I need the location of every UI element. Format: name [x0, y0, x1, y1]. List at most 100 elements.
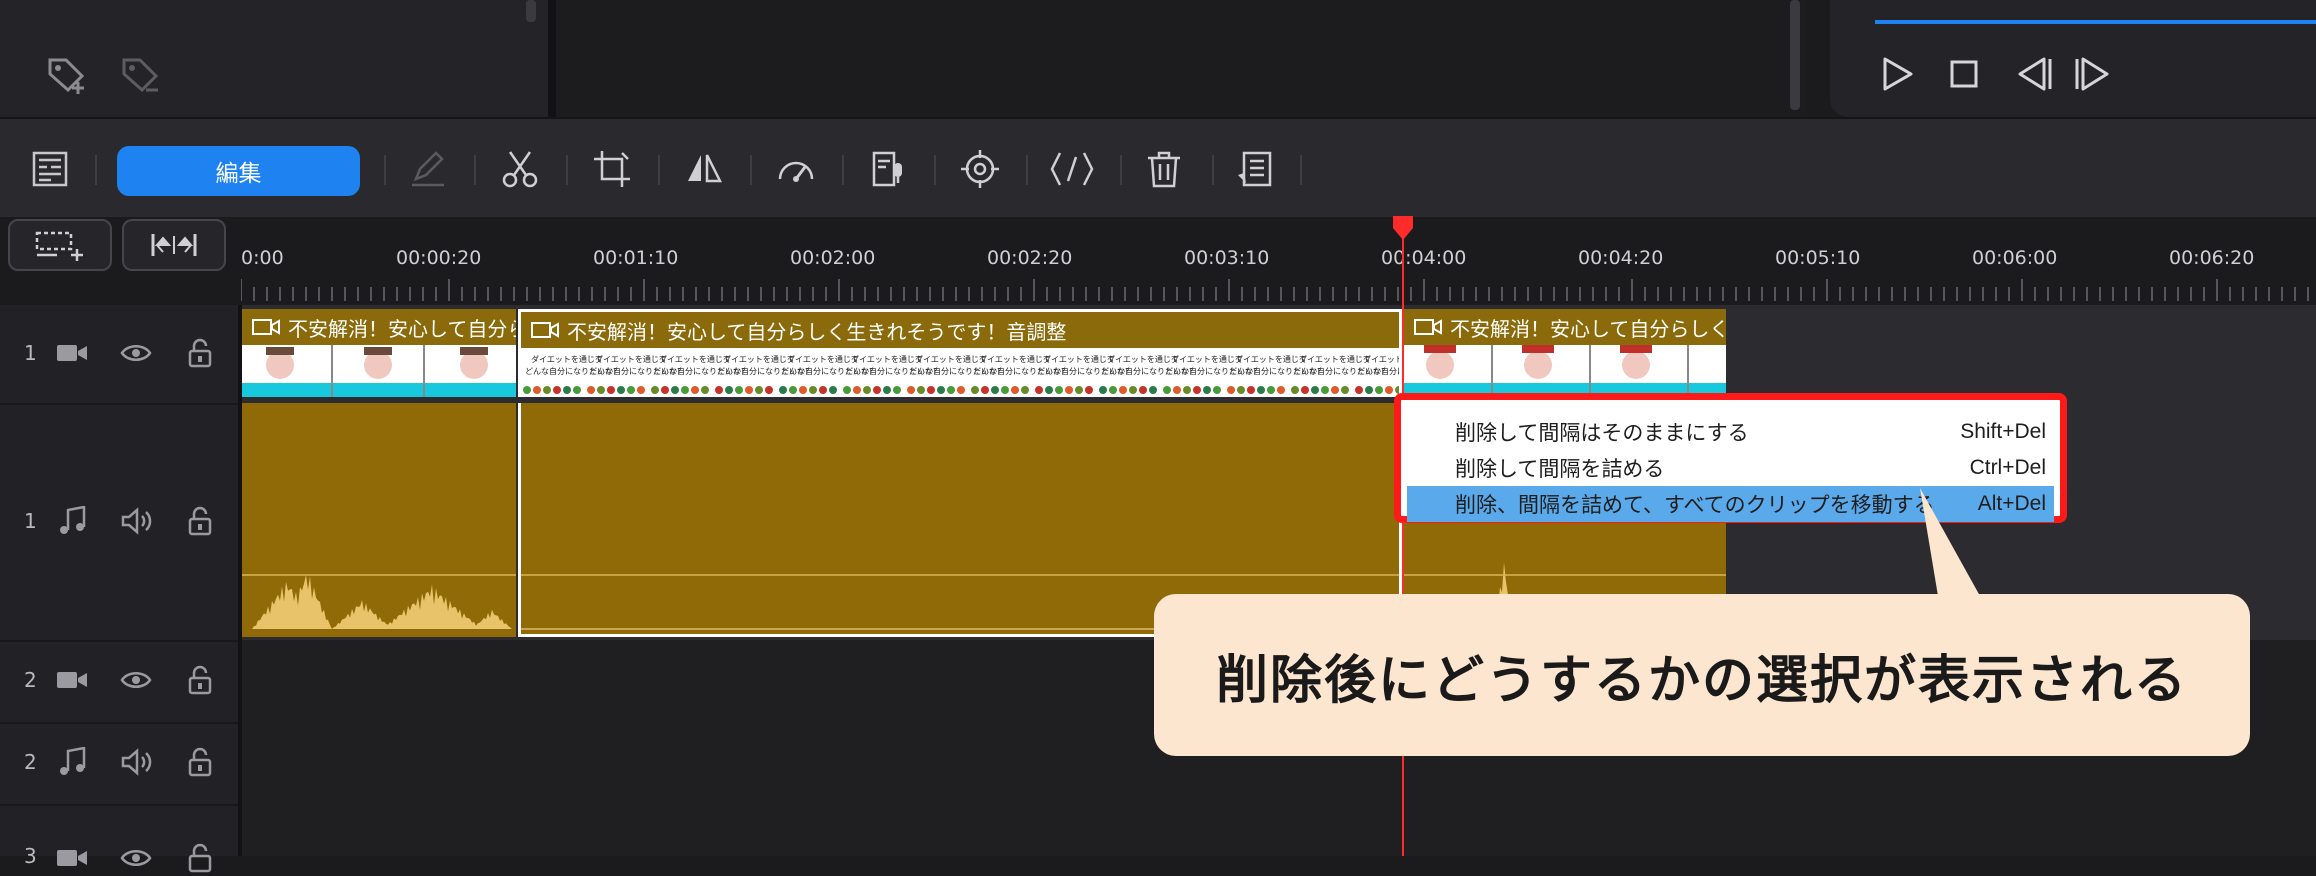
track-number: 3 — [24, 844, 37, 868]
media-panel — [0, 0, 548, 117]
previous-frame-icon[interactable] — [2012, 56, 2052, 92]
annotation-callout: 削除後にどうするかの選択が表示される — [1154, 594, 2250, 756]
edit-button[interactable]: 編集 — [117, 146, 360, 196]
add-track-icon — [35, 231, 83, 261]
lane-video-3[interactable] — [242, 804, 2316, 856]
fit-timeline-button[interactable] — [122, 219, 226, 271]
next-frame-icon[interactable] — [2074, 56, 2114, 92]
svg-text:ダイエットを通じて: ダイエットを通じて — [787, 354, 859, 364]
video-camera-icon — [54, 662, 90, 698]
svg-text:ダイエットを通じて: ダイエットを通じて — [1299, 354, 1371, 364]
svg-text:ダイエットを通じて: ダイエットを通じて — [1107, 354, 1179, 364]
music-note-icon — [54, 503, 90, 539]
lock-icon[interactable] — [182, 744, 218, 780]
clip-title-bar: 不安解消！安心して自分らしく生き — [1404, 309, 1726, 345]
clip-title: 不安解消！安心して自分らしく生き — [1450, 316, 1726, 341]
target-icon[interactable] — [958, 147, 1002, 191]
clip-title: 不安解消！安心して自分らしく生きれそうです！音調整 — [567, 319, 1067, 344]
toolbar-separator — [1300, 155, 1302, 185]
add-track-button[interactable] — [8, 219, 112, 271]
toolbar-separator — [1120, 155, 1122, 185]
track-number: 2 — [24, 750, 37, 774]
toolbar-separator — [934, 155, 936, 185]
track-header-video-2: 2 — [0, 640, 238, 724]
video-clip-icon — [252, 319, 280, 335]
svg-text:どんな自分になりたいか?: どんな自分になりたいか? — [1357, 366, 1399, 376]
eye-icon[interactable] — [118, 662, 154, 698]
svg-text:ダイエットを通じて: ダイエットを通じて — [595, 354, 667, 364]
lock-icon[interactable] — [182, 503, 218, 539]
clip-thumbnails — [242, 345, 516, 397]
voiceover-icon[interactable] — [866, 147, 910, 191]
edit-pen-icon — [406, 147, 450, 191]
crop-icon[interactable] — [590, 147, 634, 191]
menu-item-delete-keep-gap[interactable]: 削除して間隔はそのままにする Shift+Del — [1401, 414, 2060, 450]
lock-icon[interactable] — [182, 840, 218, 876]
clip-thumbnails — [1404, 345, 1726, 397]
layout-icon[interactable] — [28, 147, 72, 191]
music-note-icon — [54, 744, 90, 780]
video-clip-icon — [1414, 319, 1442, 335]
track-header-video-1: 1 — [0, 305, 238, 405]
track-header-video-3: 3 — [0, 804, 238, 873]
menu-item-shortcut: Shift+Del — [1960, 420, 2046, 443]
callout-pointer — [1920, 488, 2000, 600]
playhead-marker-icon[interactable] — [1389, 214, 1417, 242]
menu-item-shortcut: Ctrl+Del — [1969, 456, 2046, 479]
ruler-label: 00:01:10 — [593, 247, 679, 269]
video-clip-2-selected[interactable]: 不安解消！安心して自分らしく生きれそうです！音調整 ダイエットを通じてどんな自分… — [518, 309, 1402, 397]
audio-clip-1[interactable] — [242, 403, 516, 637]
svg-text:ダイエットを通じて: ダイエットを通じて — [851, 354, 923, 364]
video-clip-1[interactable]: 不安解消！安心して自分ら — [242, 309, 516, 397]
toolbar-separator — [658, 155, 660, 185]
clip-title-bar: 不安解消！安心して自分ら — [242, 309, 516, 345]
track-headers: 1 1 2 2 3 — [0, 305, 238, 873]
flip-icon[interactable] — [682, 147, 726, 191]
video-camera-icon — [54, 840, 90, 876]
ruler-label: 00:00:20 — [396, 247, 482, 269]
playhead-line[interactable] — [1402, 230, 1404, 856]
scrollbar[interactable] — [526, 0, 536, 22]
lock-icon[interactable] — [182, 662, 218, 698]
scrollbar[interactable] — [1790, 0, 1800, 110]
timeline-ruler[interactable]: 0:00 00:00:20 00:01:10 00:02:00 00:02:20… — [0, 217, 2316, 305]
svg-text:ダイエットを通じて: ダイエットを通じて — [979, 354, 1051, 364]
stop-icon[interactable] — [1948, 58, 1980, 90]
preview-panel — [1830, 0, 2316, 117]
menu-item-delete-close-gap[interactable]: 削除して間隔を詰める Ctrl+Del — [1401, 450, 2060, 486]
text-icon[interactable] — [1234, 147, 1278, 191]
panel-divider — [548, 0, 556, 117]
track-header-audio-1: 1 — [0, 403, 238, 642]
toolbar-separator — [842, 155, 844, 185]
preview-progress-bar[interactable] — [1875, 20, 2316, 24]
toolbar-separator — [95, 155, 97, 185]
ruler-label: 0:00 — [241, 247, 284, 269]
eye-icon[interactable] — [118, 335, 154, 371]
svg-text:ダイエットを通じて: ダイエットを通じて — [531, 354, 603, 364]
remove-tag-icon[interactable] — [120, 56, 164, 96]
speaker-icon[interactable] — [118, 744, 154, 780]
property-panel — [556, 0, 1806, 117]
eye-icon[interactable] — [118, 840, 154, 876]
video-camera-icon — [54, 335, 90, 371]
timeline-toolbar: 編集 — [0, 117, 2316, 219]
svg-text:ダイエットを通じて: ダイエットを通じて — [915, 354, 987, 364]
video-clip-3[interactable]: 不安解消！安心して自分らしく生き — [1404, 309, 1726, 397]
add-tag-icon[interactable] — [46, 56, 90, 96]
track-number: 1 — [24, 509, 37, 533]
speaker-icon[interactable] — [118, 503, 154, 539]
scissors-icon[interactable] — [498, 147, 542, 191]
toolbar-separator — [474, 155, 476, 185]
track-header-audio-2: 2 — [0, 722, 238, 806]
toolbar-separator — [1026, 155, 1028, 185]
speed-icon[interactable] — [774, 147, 818, 191]
svg-text:ダイエットを通じて: ダイエットを通じて — [1235, 354, 1307, 364]
lock-icon[interactable] — [182, 335, 218, 371]
trash-icon[interactable] — [1142, 147, 1186, 191]
svg-text:ダイエットを通じて: ダイエットを通じて — [1171, 354, 1243, 364]
svg-text:ダイエットを通じて: ダイエットを通じて — [659, 354, 731, 364]
transition-icon[interactable] — [1050, 147, 1094, 191]
play-icon[interactable] — [1880, 56, 1914, 92]
menu-item-label: 削除して間隔を詰める — [1455, 458, 1665, 481]
clip-thumbnails: ダイエットを通じて どんな自分になりたいか? ダイエットを通じて どんな自分になりたい… — [521, 348, 1399, 397]
